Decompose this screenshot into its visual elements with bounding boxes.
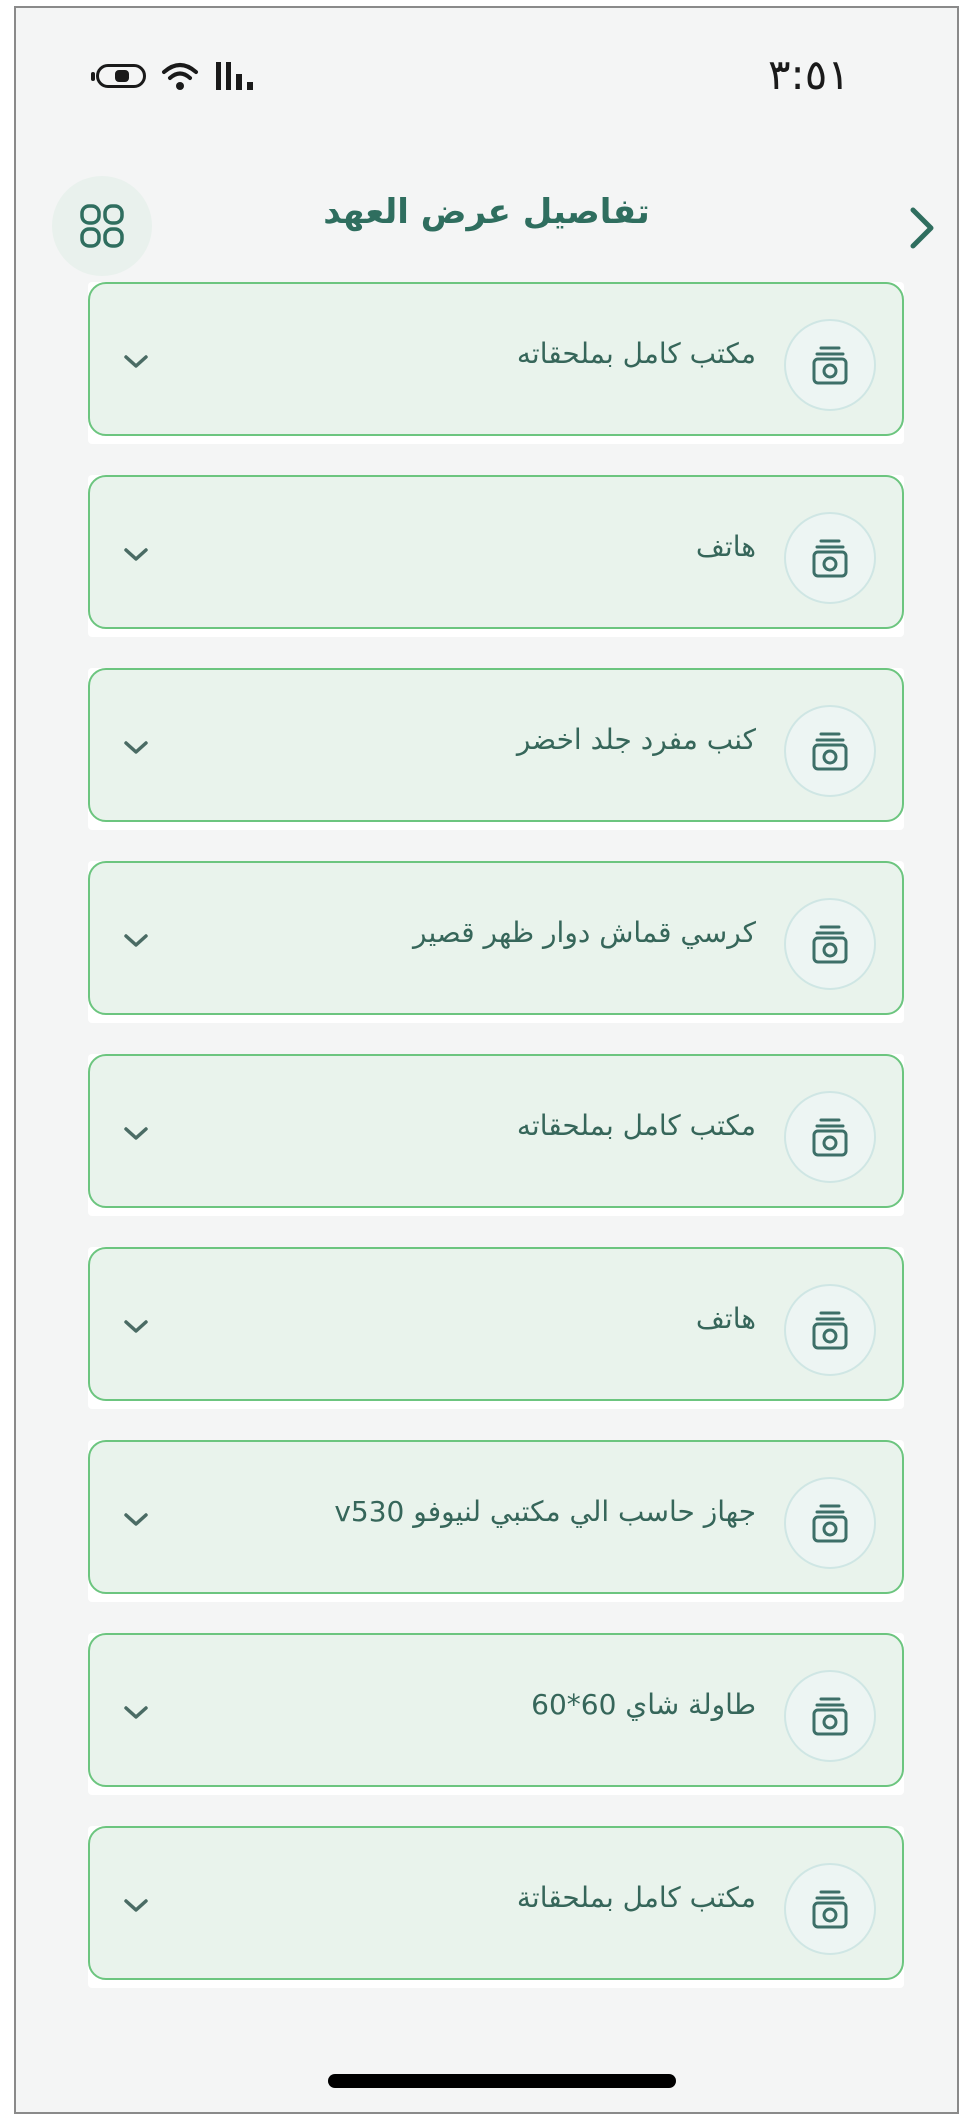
status-icons <box>91 60 262 92</box>
custody-item-card[interactable]: مكتب كامل بملحقاتة <box>88 1826 904 1980</box>
camera-button[interactable] <box>784 705 876 797</box>
list-item: مكتب كامل بملحقاته <box>88 1054 904 1216</box>
item-label: مكتب كامل بملحقاته <box>516 1109 756 1142</box>
chevron-right-icon <box>910 207 934 249</box>
camera-button[interactable] <box>784 1670 876 1762</box>
list-item: كنب مفرد جلد اخضر <box>88 668 904 830</box>
chevron-down-icon[interactable] <box>120 545 152 565</box>
item-label: مكتب كامل بملحقاته <box>516 337 756 370</box>
header: تفاصيل عرض العهد <box>16 168 957 278</box>
chevron-down-icon[interactable] <box>120 352 152 372</box>
list-item: طاولة شاي 60*60 <box>88 1633 904 1795</box>
custody-item-card[interactable]: هاتف <box>88 475 904 629</box>
wifi-icon <box>162 63 198 90</box>
camera-button[interactable] <box>784 1477 876 1569</box>
custody-item-card[interactable]: كرسي قماش دوار ظهر قصير <box>88 861 904 1015</box>
camera-button[interactable] <box>784 512 876 604</box>
custody-item-card[interactable]: مكتب كامل بملحقاته <box>88 282 904 436</box>
chevron-down-icon[interactable] <box>120 1124 152 1144</box>
battery-icon <box>91 64 146 88</box>
camera-icon <box>812 1697 848 1736</box>
custody-item-card[interactable]: جهاز حاسب الي مكتبي لنيوفو v530 <box>88 1440 904 1594</box>
status-bar: ٣:٥١ <box>16 8 957 128</box>
camera-icon <box>812 732 848 771</box>
camera-icon <box>812 1118 848 1157</box>
camera-button[interactable] <box>784 319 876 411</box>
list-item: مكتب كامل بملحقاتة <box>88 1826 904 1988</box>
chevron-down-icon[interactable] <box>120 738 152 758</box>
custody-item-card[interactable]: مكتب كامل بملحقاته <box>88 1054 904 1208</box>
camera-icon <box>812 1311 848 1350</box>
item-label: هاتف <box>695 530 756 563</box>
chevron-down-icon[interactable] <box>120 1317 152 1337</box>
signal-icon <box>216 62 253 90</box>
chevron-down-icon[interactable] <box>120 1896 152 1916</box>
item-label: جهاز حاسب الي مكتبي لنيوفو v530 <box>334 1495 756 1528</box>
camera-button[interactable] <box>784 898 876 990</box>
camera-button[interactable] <box>784 1863 876 1955</box>
chevron-down-icon[interactable] <box>120 931 152 951</box>
list-item: كرسي قماش دوار ظهر قصير <box>88 861 904 1023</box>
custody-item-card[interactable]: طاولة شاي 60*60 <box>88 1633 904 1787</box>
custody-item-card[interactable]: هاتف <box>88 1247 904 1401</box>
page-title: تفاصيل عرض العهد <box>323 192 650 232</box>
camera-icon <box>812 1890 848 1929</box>
chevron-down-icon[interactable] <box>120 1703 152 1723</box>
item-label: كنب مفرد جلد اخضر <box>516 723 756 756</box>
list-item: جهاز حاسب الي مكتبي لنيوفو v530 <box>88 1440 904 1602</box>
chevron-down-icon[interactable] <box>120 1510 152 1530</box>
custody-item-card[interactable]: كنب مفرد جلد اخضر <box>88 668 904 822</box>
item-label: مكتب كامل بملحقاتة <box>516 1881 756 1914</box>
camera-button[interactable] <box>784 1091 876 1183</box>
list-item: هاتف <box>88 1247 904 1409</box>
camera-icon <box>812 346 848 385</box>
item-label: كرسي قماش دوار ظهر قصير <box>413 916 756 949</box>
camera-button[interactable] <box>784 1284 876 1376</box>
back-button[interactable] <box>902 200 942 256</box>
camera-icon <box>812 539 848 578</box>
list-item: مكتب كامل بملحقاته <box>88 282 904 444</box>
list-item: هاتف <box>88 475 904 637</box>
camera-icon <box>812 925 848 964</box>
camera-icon <box>812 1504 848 1543</box>
status-time: ٣:٥١ <box>768 50 850 99</box>
item-label: طاولة شاي 60*60 <box>531 1688 756 1721</box>
app-screen: ٣:٥١ تفاصيل عرض العهد مكتب كامل بملحقاته… <box>14 6 959 2114</box>
home-indicator <box>328 2074 676 2088</box>
item-label: هاتف <box>695 1302 756 1335</box>
